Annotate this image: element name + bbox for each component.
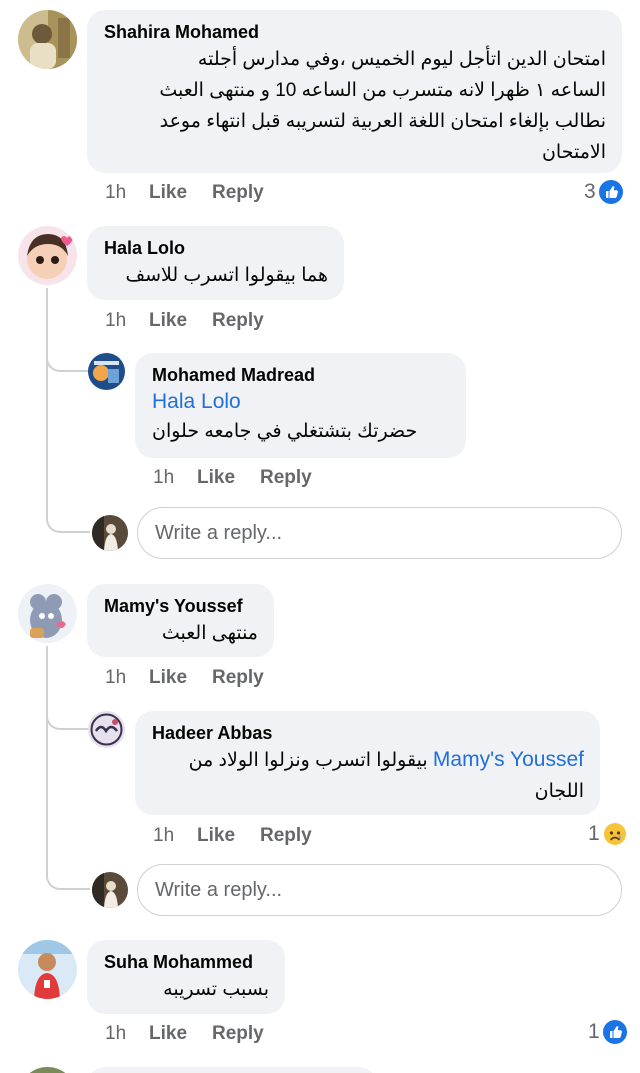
comment-bubble: Suha Mohammed بسبب تسريبه bbox=[87, 940, 285, 1014]
comment-author[interactable]: Mohamed Madread bbox=[152, 363, 450, 387]
comment-text: منتهى العبث bbox=[161, 623, 258, 644]
like-button[interactable]: Like bbox=[149, 309, 212, 333]
like-icon bbox=[598, 180, 623, 204]
thread-connector bbox=[46, 863, 90, 890]
like-button[interactable]: Like bbox=[197, 824, 260, 848]
avatar[interactable] bbox=[18, 584, 77, 643]
comment-text-line-2: اللجان bbox=[534, 781, 584, 802]
comment-actions: 1h Like Reply bbox=[105, 181, 264, 205]
like-icon bbox=[602, 1020, 627, 1044]
comment-text-line: نطالب بإلغاء امتحان اللغة العربية لتسريب… bbox=[159, 111, 606, 132]
reaction-count: 1 bbox=[588, 822, 600, 845]
avatar[interactable] bbox=[18, 940, 77, 999]
reaction-count: 1 bbox=[588, 1020, 600, 1043]
comment-timestamp[interactable]: 1h bbox=[105, 181, 149, 205]
sad-face-icon bbox=[603, 822, 627, 846]
comment-text-line: الامتحان bbox=[541, 142, 606, 163]
comment-text: بسبب تسريبه bbox=[163, 979, 269, 1000]
comment-timestamp[interactable]: 1h bbox=[105, 1022, 149, 1046]
comment-actions: 1h Like Reply bbox=[105, 309, 264, 333]
reply-input-box[interactable] bbox=[137, 864, 622, 916]
comment-text-line-1: بيقولوا اتسرب ونزلوا الولاد من bbox=[188, 750, 428, 771]
comment-bubble bbox=[87, 1067, 377, 1073]
reply-button[interactable]: Reply bbox=[260, 824, 312, 848]
comment-bubble: Shahira Mohamed امتحان الدين اتأجل ليوم … bbox=[87, 10, 622, 173]
like-button[interactable]: Like bbox=[149, 666, 212, 690]
avatar[interactable] bbox=[88, 353, 125, 390]
comment-bubble: Hala Lolo هما بيقولوا اتسرب للاسف bbox=[87, 226, 344, 300]
reply-bubble: Mohamed Madread Hala Lolo حضرتك بتشتغلي … bbox=[135, 353, 466, 458]
thread-connector bbox=[46, 708, 90, 730]
comment-actions: 1h Like Reply bbox=[153, 466, 312, 490]
reply-input-box[interactable] bbox=[137, 507, 622, 559]
reply-button[interactable]: Reply bbox=[212, 181, 264, 205]
comment-timestamp[interactable]: 1h bbox=[105, 666, 149, 690]
reply-button[interactable]: Reply bbox=[212, 309, 264, 333]
reply-input[interactable] bbox=[155, 878, 621, 902]
reply-button[interactable]: Reply bbox=[260, 466, 312, 490]
reply-bubble: Hadeer Abbas Mamy's Youssef بيقولوا اتسر… bbox=[135, 711, 600, 815]
like-button[interactable]: Like bbox=[197, 466, 260, 490]
comment-author[interactable]: Mamy's Youssef bbox=[104, 594, 258, 618]
comment-text-line: Mamy's Youssef بيقولوا اتسرب ونزلوا الول… bbox=[152, 745, 584, 776]
current-user-avatar bbox=[92, 515, 128, 551]
current-user-avatar bbox=[92, 872, 128, 908]
comment-text: حضرتك بتشتغلي في جامعه حلوان bbox=[152, 421, 418, 442]
avatar[interactable] bbox=[88, 711, 125, 748]
comment-author[interactable]: Shahira Mohamed bbox=[104, 20, 606, 44]
comment-text: هما بيقولوا اتسرب للاسف bbox=[125, 265, 328, 286]
comment-text: Mamy's Youssef بيقولوا اتسرب ونزلوا الول… bbox=[152, 745, 584, 807]
mention-link[interactable]: Hala Lolo bbox=[152, 387, 450, 416]
reply-button[interactable]: Reply bbox=[212, 1022, 264, 1046]
reply-button[interactable]: Reply bbox=[212, 666, 264, 690]
reaction-summary[interactable]: 1 bbox=[588, 1018, 627, 1046]
reaction-summary[interactable]: 3 bbox=[584, 178, 623, 206]
avatar[interactable] bbox=[18, 226, 77, 285]
comment-author[interactable]: Hadeer Abbas bbox=[152, 721, 584, 745]
comment-actions: 1h Like Reply bbox=[105, 666, 264, 690]
comment-actions: 1h Like Reply bbox=[105, 1022, 264, 1046]
comment-timestamp[interactable]: 1h bbox=[153, 466, 197, 490]
thread-line bbox=[46, 288, 48, 518]
comment-text-line: الساعه ١ ظهرا لانه متسرب من الساعه 10 و … bbox=[159, 80, 606, 101]
like-button[interactable]: Like bbox=[149, 181, 212, 205]
reaction-count: 3 bbox=[584, 180, 596, 203]
reply-input[interactable] bbox=[155, 521, 621, 545]
comment-author[interactable]: Suha Mohammed bbox=[104, 950, 269, 974]
reaction-summary[interactable]: 1 bbox=[588, 820, 627, 848]
avatar[interactable] bbox=[18, 10, 77, 69]
thread-line bbox=[46, 646, 48, 875]
comment-bubble: Mamy's Youssef منتهى العبث bbox=[87, 584, 274, 657]
mention-link[interactable]: Mamy's Youssef bbox=[433, 748, 584, 771]
thread-connector bbox=[46, 350, 90, 372]
comment-timestamp[interactable]: 1h bbox=[105, 309, 149, 333]
comment-timestamp[interactable]: 1h bbox=[153, 824, 197, 848]
comment-text-line: امتحان الدين اتأجل ليوم الخميس ،وفي مدار… bbox=[197, 49, 606, 70]
comment-author[interactable]: Hala Lolo bbox=[104, 236, 328, 260]
avatar[interactable] bbox=[18, 1067, 77, 1073]
thread-connector bbox=[46, 506, 90, 533]
like-button[interactable]: Like bbox=[149, 1022, 212, 1046]
comment-text: امتحان الدين اتأجل ليوم الخميس ،وفي مدار… bbox=[104, 44, 606, 168]
comment-actions: 1h Like Reply bbox=[153, 824, 312, 848]
